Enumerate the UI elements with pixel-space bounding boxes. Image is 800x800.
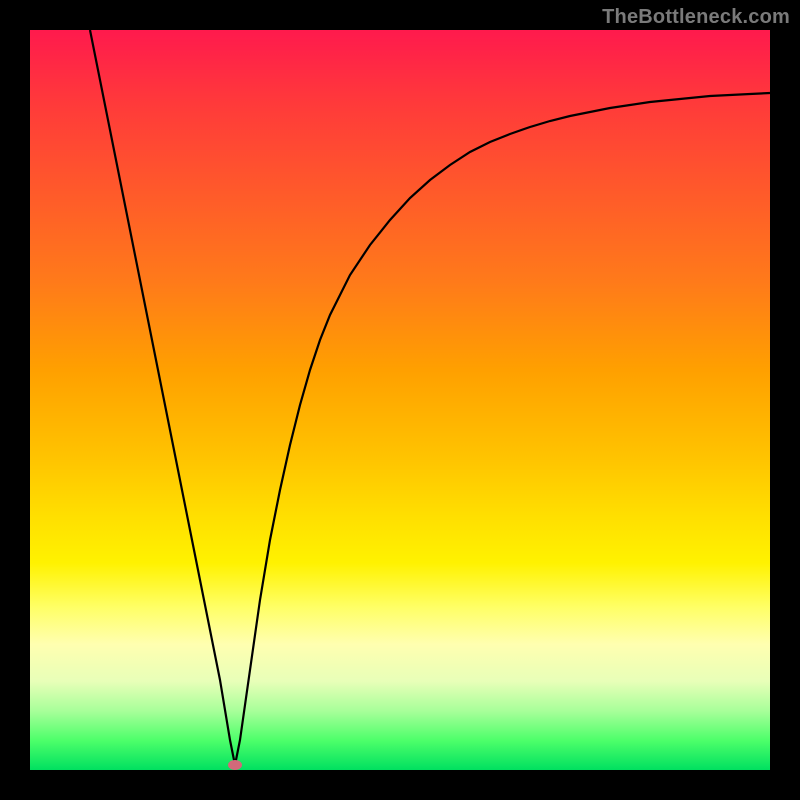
attribution-text: TheBottleneck.com xyxy=(602,6,790,29)
curve-path xyxy=(90,30,770,765)
curve-minimum-marker xyxy=(228,760,242,770)
bottleneck-curve xyxy=(30,30,770,770)
chart-frame: TheBottleneck.com xyxy=(0,0,800,800)
